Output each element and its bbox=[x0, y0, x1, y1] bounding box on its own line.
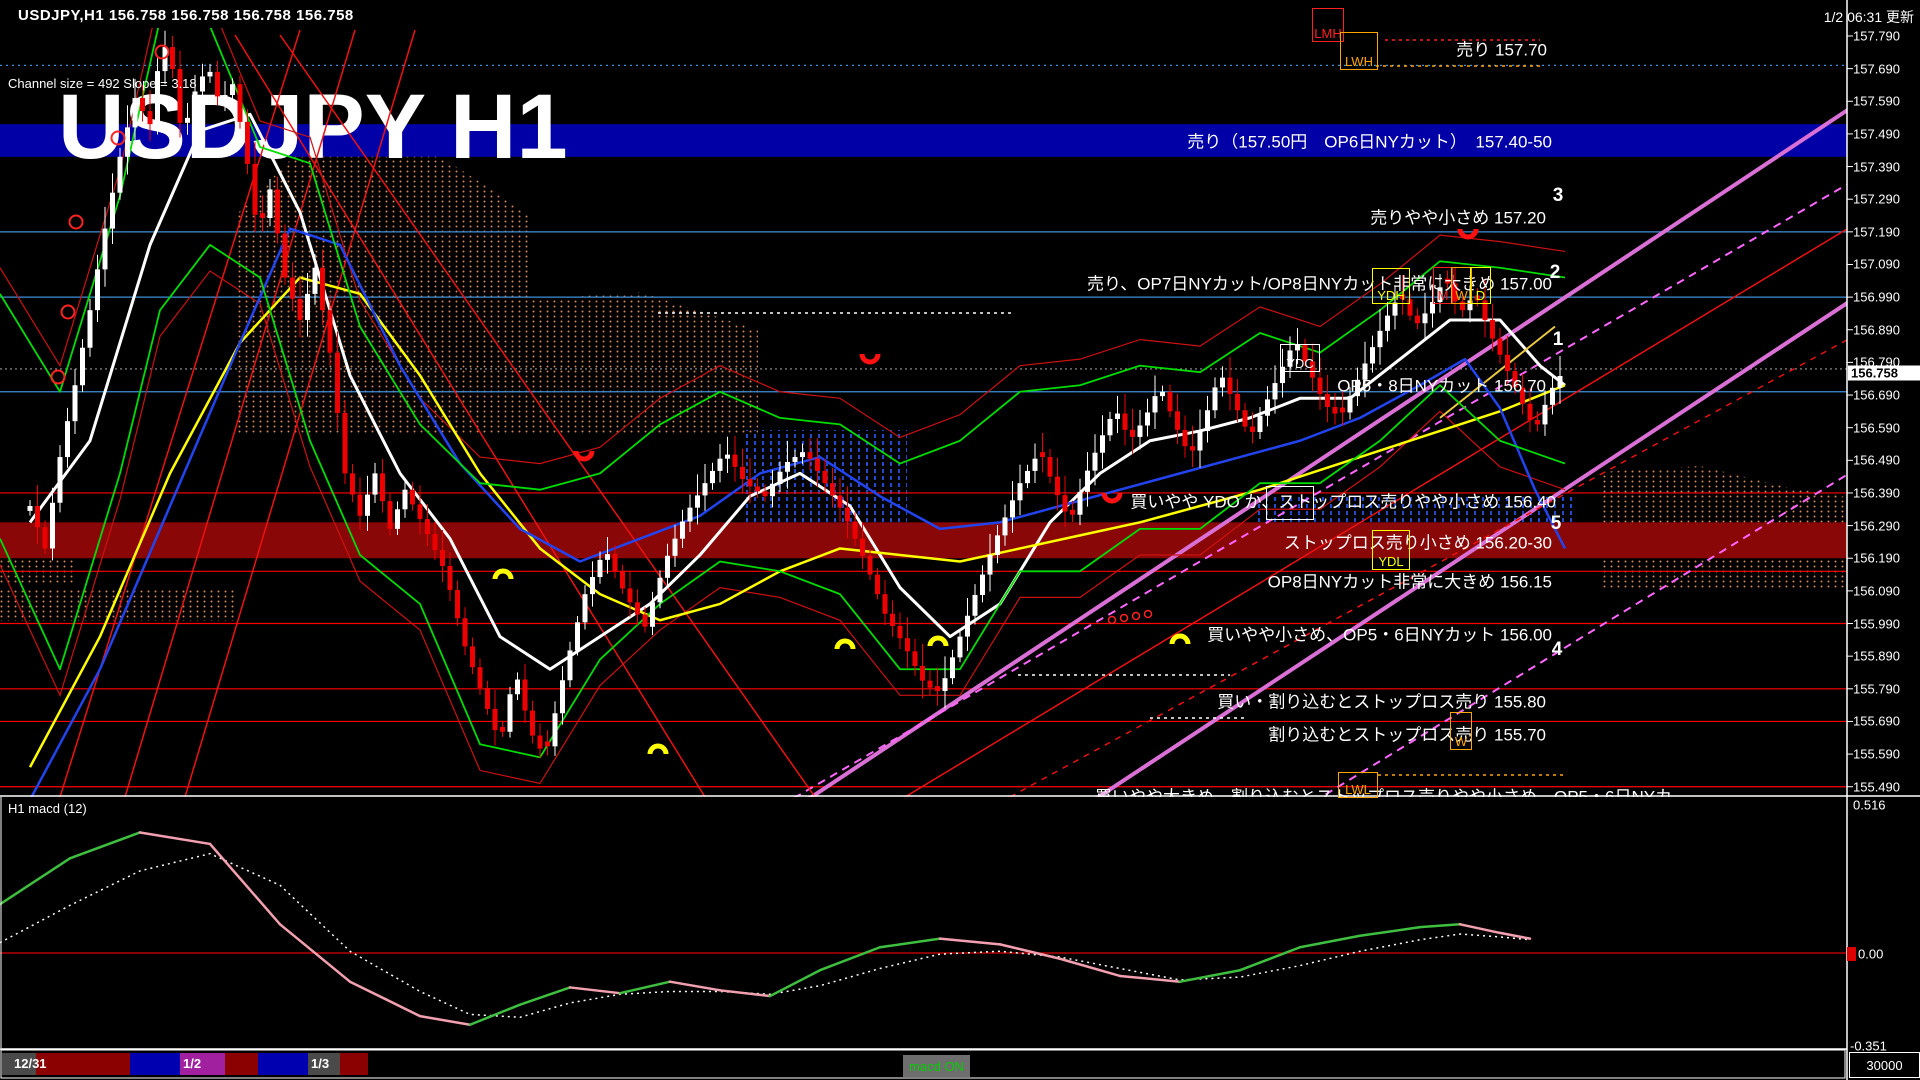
wave-count-2: 2 bbox=[1549, 262, 1561, 283]
order-annotation-1: 売り（157.50円 OP6日NYカット） 157.40-50 bbox=[1187, 132, 1552, 152]
macd-main-line bbox=[348, 980, 422, 1018]
macd-main-line bbox=[668, 980, 722, 992]
macd-main-line bbox=[818, 946, 882, 972]
macd-main-line bbox=[938, 937, 1002, 946]
macd-signal-line bbox=[0, 852, 1531, 1019]
marker-box-YDC: YDC bbox=[1280, 344, 1320, 372]
order-annotation-8: 買いやや小さめ、OP5・6日NYカット 156.00 bbox=[1207, 625, 1552, 645]
macd-zero-label: 0.00 bbox=[1858, 946, 1884, 962]
price-axis-label: 157.290 bbox=[1853, 191, 1900, 207]
macd-main-line bbox=[1298, 934, 1362, 949]
timeline-segment-1 bbox=[36, 1053, 130, 1075]
price-axis-label: 157.190 bbox=[1853, 224, 1900, 240]
macd-main-line bbox=[568, 986, 622, 995]
order-annotation-10: 割り込むとストップロス売り 155.70 bbox=[1268, 725, 1546, 745]
timeline-date-1-2: 1/2 bbox=[183, 1056, 202, 1071]
price-axis-label: 156.190 bbox=[1853, 550, 1900, 566]
price-axis-label: 157.390 bbox=[1853, 159, 1900, 175]
macd-main-line bbox=[718, 989, 772, 998]
macd-max-label: 0.516 bbox=[1853, 797, 1886, 813]
price-axis-label: 156.490 bbox=[1853, 452, 1900, 468]
price-axis-label: 156.390 bbox=[1853, 485, 1900, 501]
wave-count-3: 3 bbox=[1552, 185, 1564, 206]
macd-main-line bbox=[0, 857, 72, 906]
order-annotation-0: 売り 157.70 bbox=[1456, 40, 1547, 60]
order-annotation-6: ストップロス売り小さめ 156.20-30 bbox=[1283, 533, 1552, 553]
price-axis-label: 156.890 bbox=[1853, 322, 1900, 338]
marker-box-LWH: LWH bbox=[1340, 32, 1378, 70]
order-annotation-9: 買い・割り込むとストップロス売り 155.80 bbox=[1217, 692, 1546, 712]
marker-box-D: D bbox=[1470, 267, 1491, 304]
timeline-segment-7 bbox=[340, 1053, 368, 1075]
order-annotation-2: 売りやや小さめ 157.20 bbox=[1370, 208, 1546, 228]
macd-main-line bbox=[1178, 968, 1242, 983]
volume-readout: 30000 bbox=[1849, 1052, 1920, 1078]
bottom-clip-region: 買いやや大きめ 割り込むとストップロス売りやや小さめ OP5・6日NYカ bbox=[0, 0, 1847, 798]
price-axis-label: 157.790 bbox=[1853, 28, 1900, 44]
macd-main-line bbox=[768, 968, 822, 998]
marker-box-YDL: YDL bbox=[1372, 530, 1410, 570]
marker-box-LWL: LWL bbox=[1338, 772, 1378, 798]
timeline-segment-5 bbox=[258, 1053, 308, 1075]
marker-box-YDH: YDH bbox=[1372, 268, 1410, 304]
price-axis-label: 155.890 bbox=[1853, 648, 1900, 664]
macd-main-line bbox=[1238, 946, 1302, 972]
price-axis-label: 155.790 bbox=[1853, 681, 1900, 697]
macd-main-line bbox=[1358, 925, 1422, 938]
wave-count-5: 5 bbox=[1550, 513, 1562, 534]
macd-indicator-label: H1 macd (12) bbox=[8, 801, 87, 816]
macd-main-line bbox=[1458, 923, 1502, 935]
current-price-tag: 156.758 bbox=[1848, 365, 1920, 381]
order-annotation-4: OP5・8日NYカット 156.70 bbox=[1337, 376, 1546, 396]
wave-count-1: 1 bbox=[1552, 329, 1564, 350]
order-annotation-7: OP8日NYカット非常に大きめ 156.15 bbox=[1267, 572, 1552, 592]
price-axis-label: 156.990 bbox=[1853, 289, 1900, 305]
macd-main-line bbox=[418, 1014, 472, 1026]
price-axis-label: 157.690 bbox=[1853, 61, 1900, 77]
price-axis-label: 156.290 bbox=[1853, 518, 1900, 534]
price-axis-label: 156.690 bbox=[1853, 387, 1900, 403]
price-axis-label: 156.590 bbox=[1853, 420, 1900, 436]
order-annotation-5: 買いやや YDO か、ストップロス売りやや小さめ 156.40 bbox=[1130, 492, 1556, 512]
trading-chart-window: USDJPY,H1 156.758 156.758 156.758 156.75… bbox=[0, 0, 1920, 1080]
marker-box-M: M bbox=[1433, 267, 1453, 304]
price-axis-label: 155.490 bbox=[1853, 779, 1900, 795]
marker-box-ydo bbox=[1266, 486, 1314, 520]
price-axis-label: 155.690 bbox=[1853, 713, 1900, 729]
macd-main-line bbox=[68, 831, 142, 860]
timeline-segment-4 bbox=[225, 1053, 258, 1075]
price-axis-label: 157.490 bbox=[1853, 126, 1900, 142]
macd-main-line bbox=[998, 943, 1062, 960]
macd-main-line bbox=[1418, 923, 1462, 929]
price-axis-label: 155.990 bbox=[1853, 616, 1900, 632]
macd-main-line bbox=[468, 1003, 522, 1026]
macd-panel bbox=[0, 831, 1847, 1026]
timeline-date-12-31: 12/31 bbox=[14, 1056, 47, 1071]
macd-main-line bbox=[518, 986, 572, 1006]
timeline-segment-2 bbox=[130, 1053, 180, 1075]
timeline-date-1-3: 1/3 bbox=[311, 1056, 330, 1071]
price-axis-label: 157.090 bbox=[1853, 256, 1900, 272]
macd-on-button[interactable]: macd ON bbox=[903, 1055, 970, 1077]
macd-main-line bbox=[138, 831, 212, 846]
price-axis-label: 155.590 bbox=[1853, 746, 1900, 762]
price-axis-label: 156.090 bbox=[1853, 583, 1900, 599]
marker-box-W: W bbox=[1450, 712, 1472, 750]
price-axis-label: 157.590 bbox=[1853, 93, 1900, 109]
order-annotation-11: 買いやや大きめ 割り込むとストップロス売りやや小さめ OP5・6日NYカ bbox=[1095, 787, 1673, 798]
macd-zero-tag bbox=[1847, 947, 1856, 961]
wave-count-4: 4 bbox=[1551, 639, 1563, 660]
macd-main-line bbox=[208, 842, 282, 926]
macd-main-line bbox=[878, 937, 942, 949]
marker-box-W: W bbox=[1451, 267, 1472, 304]
